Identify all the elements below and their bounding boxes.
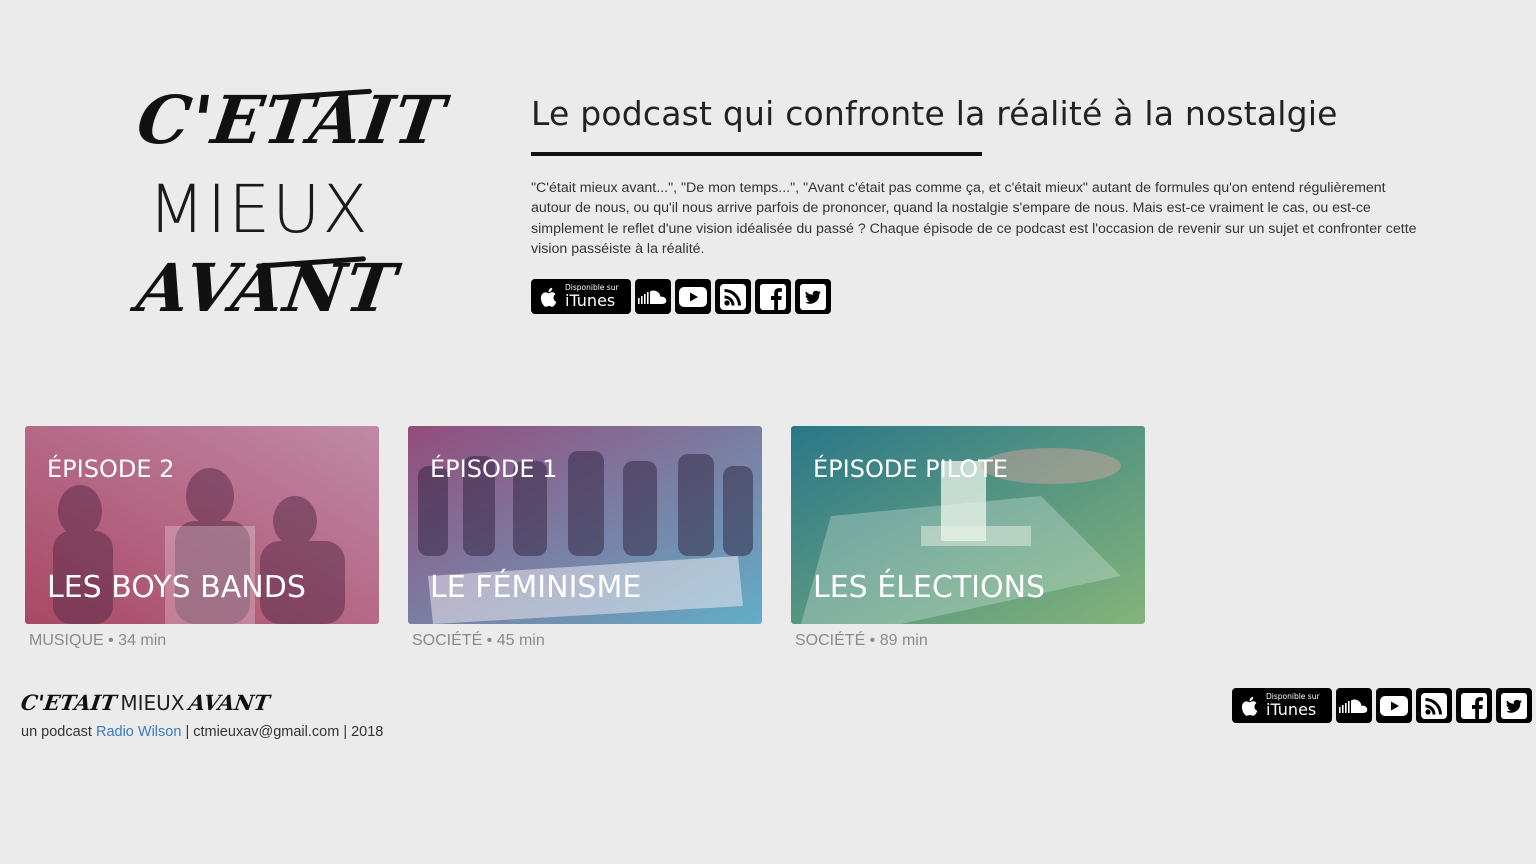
rss-button[interactable] [715, 279, 751, 314]
episode-label: ÉPISODE 2 [47, 455, 175, 483]
rss-icon [720, 283, 746, 310]
twitter-button[interactable] [1496, 688, 1532, 723]
twitter-icon [800, 283, 826, 310]
itunes-big-text: iTunes [565, 290, 616, 310]
footer-credits: un podcast Radio Wilson | ctmieuxav@gmai… [21, 724, 383, 740]
title-underline [531, 152, 982, 156]
page-title: Le podcast qui confronte la réalité à la… [531, 94, 1338, 133]
facebook-button[interactable] [755, 279, 791, 314]
itunes-button[interactable]: Disponible sur iTunes [531, 279, 631, 314]
footer-logo-part-3: AVANT [186, 690, 271, 715]
apple-icon [1241, 696, 1258, 716]
episode-meta: MUSIQUE • 34 min [29, 632, 167, 649]
facebook-icon [1461, 692, 1487, 719]
episode-label: ÉPISODE PILOTE [813, 455, 1008, 483]
soundcloud-button[interactable] [635, 279, 671, 314]
episode-title: LES BOYS BANDS [47, 570, 306, 605]
intro-description: "C'était mieux avant...", "De mon temps.… [531, 180, 1417, 257]
footer-logo-part-1: C'ETAIT [19, 690, 119, 715]
episode-meta: SOCIÉTÉ • 89 min [795, 632, 928, 649]
rss-button[interactable] [1416, 688, 1452, 723]
facebook-icon [760, 283, 786, 310]
facebook-button[interactable] [1456, 688, 1492, 723]
episode-card-wrapper: ÉPISODE PILOTE LES ÉLECTIONS SOCIÉTÉ • 8… [791, 426, 1145, 650]
episode-title: LES ÉLECTIONS [813, 570, 1046, 605]
rss-icon [1421, 692, 1447, 719]
episode-card-wrapper: ÉPISODE 1 LE FÉMINISME SOCIÉTÉ • 45 min [408, 426, 762, 650]
social-links-header: Disponible sur iTunes [531, 279, 831, 314]
episode-label: ÉPISODE 1 [430, 455, 558, 483]
social-links-footer: Disponible sur iTunes [1232, 688, 1532, 723]
soundcloud-icon [1339, 699, 1368, 713]
youtube-icon [1380, 695, 1408, 716]
footer-suffix: | ctmieuxav@gmail.com | 2018 [185, 724, 384, 740]
youtube-button[interactable] [1376, 688, 1412, 723]
footer-prefix: un podcast [21, 724, 92, 740]
radio-wilson-link[interactable]: Radio Wilson [96, 724, 181, 740]
apple-icon [540, 287, 557, 307]
youtube-icon [679, 286, 707, 307]
episode-card[interactable]: ÉPISODE PILOTE LES ÉLECTIONS [791, 426, 1145, 624]
episode-meta: SOCIÉTÉ • 45 min [412, 632, 545, 649]
site-logo: C'ETAIT MIEUX AVANT [133, 81, 451, 332]
episode-title: LE FÉMINISME [430, 570, 642, 605]
twitter-icon [1501, 692, 1527, 719]
soundcloud-button[interactable] [1336, 688, 1372, 723]
episode-card[interactable]: ÉPISODE 2 LES BOYS BANDS [25, 426, 379, 624]
episode-card[interactable]: ÉPISODE 1 LE FÉMINISME [408, 426, 762, 624]
footer-logo: C'ETAIT MIEUX AVANT [19, 690, 271, 715]
soundcloud-icon [638, 290, 667, 304]
logo-line-2: MIEUX [148, 171, 370, 248]
twitter-button[interactable] [795, 279, 831, 314]
episode-card-wrapper: ÉPISODE 2 LES BOYS BANDS MUSIQUE • 34 mi… [25, 426, 379, 650]
itunes-big-text: iTunes [1266, 699, 1317, 719]
youtube-button[interactable] [675, 279, 711, 314]
intro-section: Le podcast qui confronte la réalité à la… [531, 92, 1431, 259]
itunes-button[interactable]: Disponible sur iTunes [1232, 688, 1332, 723]
footer-logo-part-2: MIEUX [120, 691, 185, 715]
